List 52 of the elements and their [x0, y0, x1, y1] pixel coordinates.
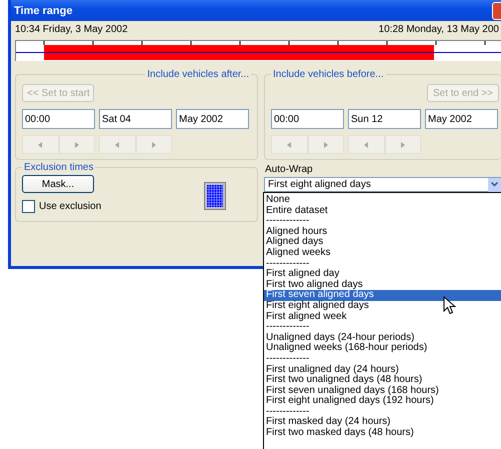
input-field[interactable]: May 2002 [176, 109, 249, 129]
list-option[interactable]: First two masked days (48 hours) [264, 428, 501, 439]
start-date-label: 10:34 Friday, 3 May 2002 [15, 23, 128, 37]
list-option[interactable]: Aligned days [264, 237, 501, 248]
list-option[interactable]: Entire dataset [264, 206, 501, 216]
right-arrow-icon [74, 142, 79, 148]
list-option[interactable]: ------------- [264, 258, 501, 270]
list-option[interactable]: First two unaligned days (48 hours) [264, 375, 501, 386]
auto-wrap-label: Auto-Wrap [265, 164, 314, 176]
list-option[interactable]: First eight aligned days [264, 300, 501, 312]
group-title: Include vehicles before... [272, 69, 385, 80]
input-field[interactable]: Sat 04 [99, 109, 172, 129]
input-field[interactable]: Sun 12 [348, 109, 421, 129]
list-option[interactable]: Unaligned days (24-hour periods) [264, 332, 501, 344]
input-field[interactable]: 00:00 [22, 109, 95, 129]
end-date-label: 10:28 Monday, 13 May 200 [378, 23, 499, 37]
list-option[interactable]: First seven unaligned days (168 hours) [264, 386, 501, 396]
grid-icon [204, 182, 226, 210]
right-arrow-icon [152, 142, 156, 148]
right-arrow-icon [400, 142, 405, 148]
list-option[interactable]: Unaligned weeks (168-hour periods) [264, 343, 501, 354]
left-arrow-icon [38, 142, 42, 148]
chevron-down-icon [491, 182, 498, 187]
checkbox-label: Use exclusion [39, 201, 102, 212]
list-option[interactable]: First eight unaligned days (192 hours) [264, 396, 501, 407]
mouse-cursor-icon [443, 296, 456, 315]
group-title: Exclusion times [23, 162, 94, 173]
list-option[interactable]: ------------- [264, 216, 501, 227]
list-option[interactable]: First unaligned day (24 hours) [264, 364, 501, 376]
right-arrow-icon [324, 142, 328, 148]
input-field[interactable]: 00:00 [271, 109, 344, 129]
list-option[interactable]: ------------- [264, 354, 501, 364]
left-arrow-icon [287, 142, 292, 148]
list-option[interactable]: First masked day (24 hours) [264, 417, 501, 428]
left-arrow-icon [115, 142, 120, 148]
list-option[interactable]: ------------- [264, 406, 501, 418]
auto-wrap-dropdown[interactable]: First eight aligned days [264, 177, 501, 192]
list-option[interactable]: Aligned hours [264, 226, 501, 238]
mask-button[interactable]: Mask... [22, 175, 94, 193]
group-title: Include vehicles after... [146, 69, 250, 80]
list-option[interactable]: ------------- [264, 322, 501, 333]
checkbox[interactable] [22, 200, 35, 213]
list-option[interactable]: First seven aligned days [264, 290, 501, 301]
window-title: Time range [14, 4, 72, 16]
input-field[interactable]: May 2002 [425, 109, 498, 129]
list-option[interactable]: First two aligned days [264, 280, 501, 290]
dropdown-button[interactable] [488, 178, 501, 192]
list-option[interactable]: Aligned weeks [264, 248, 501, 259]
list-option[interactable]: First aligned day [264, 269, 501, 280]
left-arrow-icon [364, 142, 368, 148]
list-option[interactable]: First aligned week [264, 312, 501, 322]
list-option[interactable]: None [264, 195, 501, 206]
